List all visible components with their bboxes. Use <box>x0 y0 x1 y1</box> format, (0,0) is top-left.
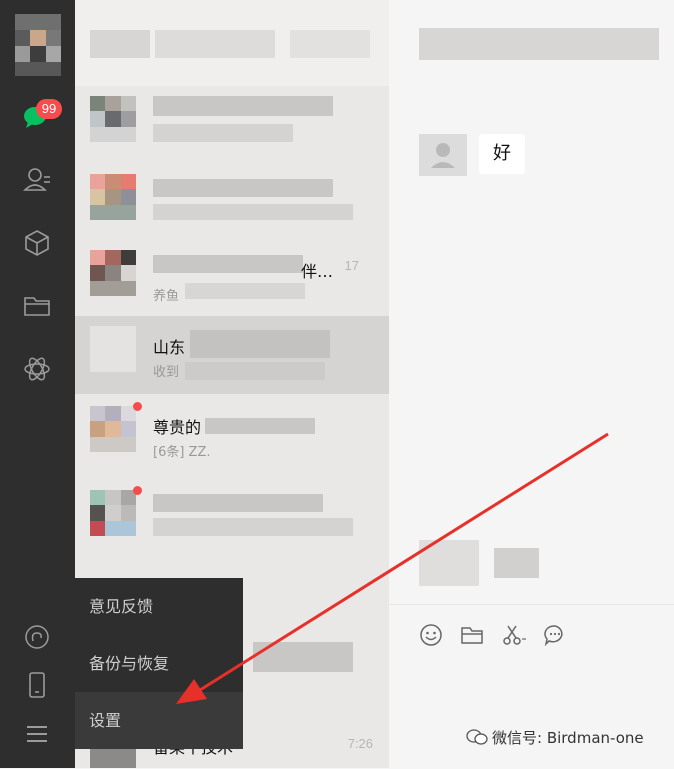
chat-time: 7:26 <box>347 736 373 751</box>
chat-title: 伴… <box>301 262 334 281</box>
unread-dot <box>133 402 142 411</box>
folder-icon[interactable] <box>22 291 52 321</box>
chat-preview: 收到 <box>153 365 180 380</box>
conversation-header <box>389 0 674 86</box>
chat-list-item[interactable] <box>75 164 389 242</box>
chat-bubble-icon[interactable] <box>543 623 567 647</box>
menu-item-feedback[interactable]: 意见反馈 <box>75 578 243 635</box>
scissors-icon[interactable] <box>501 623 527 647</box>
sidebar: 99 <box>0 0 75 768</box>
chat-preview: [6条] ZZ. <box>153 445 211 460</box>
menu-item-settings[interactable]: 设置 <box>75 692 243 749</box>
chat-preview: 养鱼 <box>153 289 180 304</box>
unread-badge: 99 <box>36 99 62 119</box>
contacts-icon[interactable] <box>22 165 52 195</box>
chat-list-item-selected[interactable]: 山东 收到 <box>75 316 389 394</box>
contact-avatar <box>90 490 136 536</box>
chat-list-item[interactable]: 尊贵的 [6条] ZZ. <box>75 396 389 474</box>
user-avatar[interactable] <box>15 14 61 76</box>
conversation-pane: 好 <box>389 0 674 769</box>
wechat-logo-icon <box>466 729 488 745</box>
contact-avatar <box>90 406 136 452</box>
contact-avatar <box>90 746 136 768</box>
contact-avatar <box>90 326 136 372</box>
chat-list-item[interactable] <box>75 86 389 164</box>
watermark: 微信号: Birdman-one <box>466 727 644 748</box>
contact-avatar <box>90 174 136 220</box>
chat-title: 山东 <box>153 338 186 357</box>
contact-avatar <box>90 250 136 296</box>
menu-icon[interactable] <box>22 719 52 749</box>
watermark-text: 微信号: Birdman-one <box>492 729 644 747</box>
message-bubble: 好 <box>479 134 525 174</box>
phone-icon[interactable] <box>22 670 52 700</box>
settings-menu: 意见反馈 备份与恢复 设置 <box>75 578 243 749</box>
contact-avatar <box>90 96 136 142</box>
chat-time: 17 <box>344 258 359 273</box>
mini-program-icon[interactable] <box>22 354 52 384</box>
chat-list-item[interactable]: 伴… 养鱼 17 <box>75 240 389 318</box>
menu-item-backup-restore[interactable]: 备份与恢复 <box>75 635 243 692</box>
chat-title: 尊贵的 <box>153 418 202 437</box>
folder-icon[interactable] <box>460 623 484 647</box>
box-icon[interactable] <box>22 228 52 258</box>
unread-dot <box>133 486 142 495</box>
link-icon[interactable] <box>22 622 52 652</box>
sender-avatar[interactable] <box>419 134 467 176</box>
chat-list-item[interactable] <box>75 480 389 558</box>
search-bar[interactable] <box>75 0 389 86</box>
emoji-icon[interactable] <box>419 623 443 647</box>
